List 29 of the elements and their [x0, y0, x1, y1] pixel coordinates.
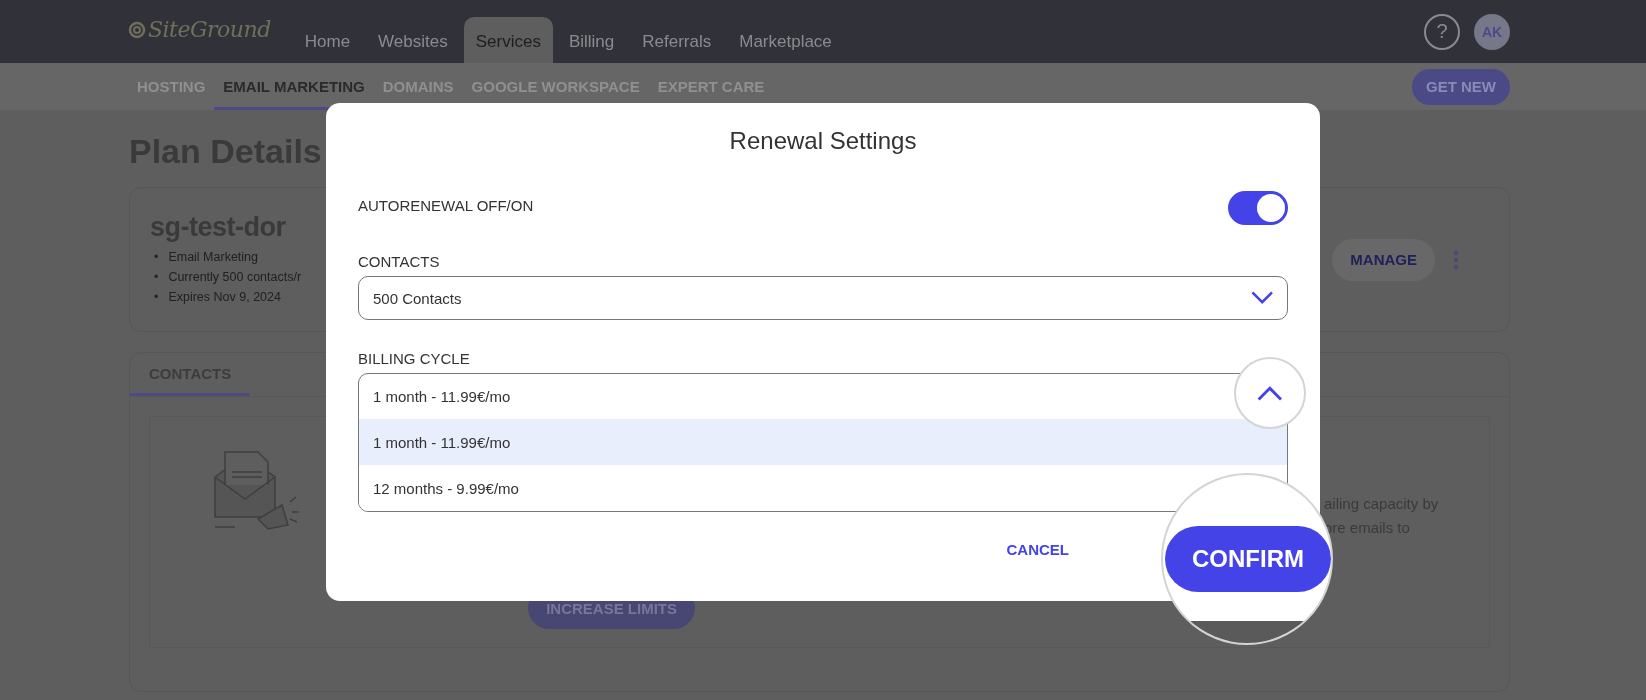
chevron-down-icon [1250, 291, 1273, 305]
select-value: 1 month - 11.99€/mo [373, 388, 511, 405]
autorenewal-label: AUTORENEWAL OFF/ON [358, 196, 534, 214]
dropdown-option[interactable]: 1 month - 11.99€/mo [359, 419, 1287, 465]
nav-tab[interactable]: Billing [556, 17, 627, 63]
help-button[interactable]: ? [1424, 13, 1460, 50]
logo-text[interactable]: SiteGround [148, 17, 271, 42]
bullet-marker: • [154, 290, 159, 304]
nav-tab[interactable]: Services [463, 17, 553, 63]
get-new-button[interactable]: GET NEW [1412, 68, 1510, 105]
nav-tab[interactable]: Home [292, 17, 363, 63]
nav-tab[interactable]: Websites [366, 17, 460, 63]
plan-detail: Email Marketing [168, 250, 258, 264]
cancel-button[interactable]: CANCEL [1002, 535, 1073, 564]
plan-detail: Expires Nov 9, 2024 [168, 290, 281, 304]
autorenewal-toggle[interactable] [1228, 191, 1288, 225]
dialog-title: Renewal Settings [728, 127, 918, 155]
nav-tab[interactable]: Marketplace [727, 17, 844, 63]
billing-cycle-label: BILLING CYCLE [358, 350, 471, 367]
contacts-select[interactable]: 500 Contacts [358, 276, 1288, 320]
confirm-button[interactable]: CONFIRM [1165, 526, 1331, 592]
contacts-label: CONTACTS [358, 253, 441, 270]
bullet-marker: • [154, 270, 159, 284]
nav-tab[interactable]: Referrals [630, 17, 724, 63]
bullet-marker: • [154, 250, 159, 264]
plan-detail: Currently 500 contacts/r [168, 270, 302, 284]
manage-button[interactable]: MANAGE [1332, 238, 1435, 281]
chevron-up-icon [1257, 385, 1283, 401]
billing-cycle-select[interactable]: 1 month - 11.99€/mo 1 month - 11.99€/mo 12 months - 9.99€/mo [358, 373, 1288, 512]
